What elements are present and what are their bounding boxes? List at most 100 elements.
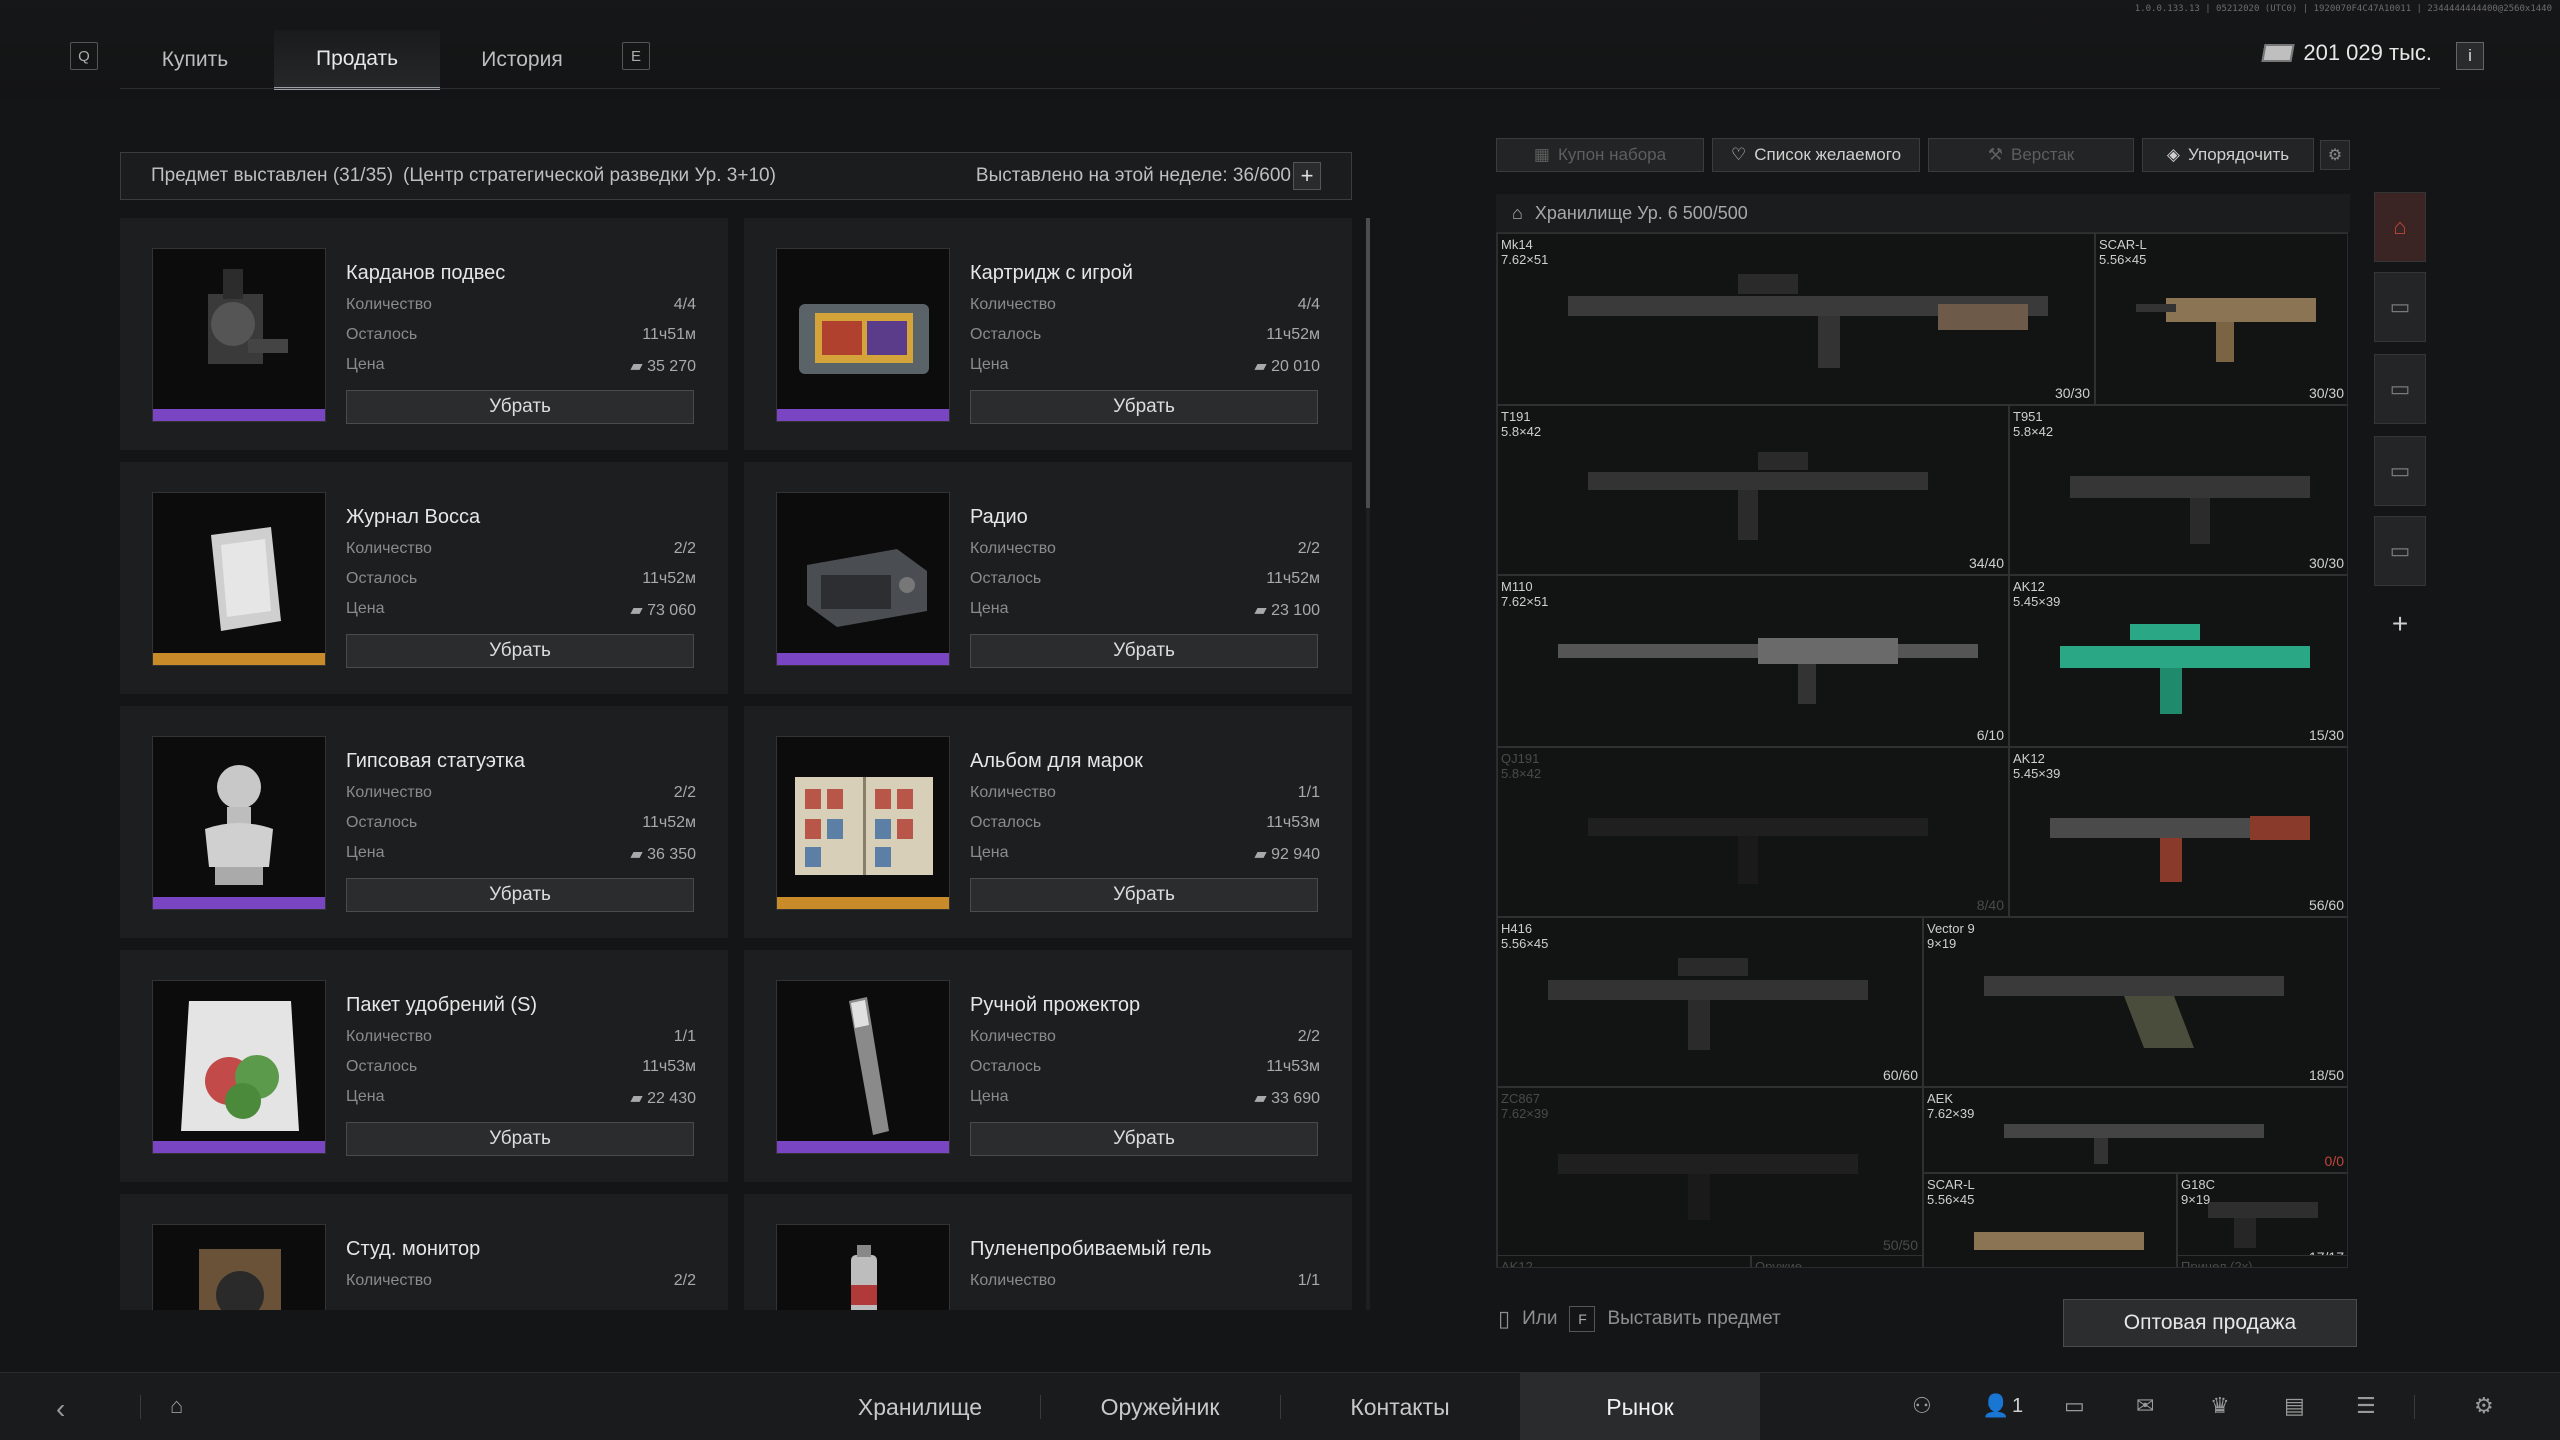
stash-slot-weapon[interactable]: SCAR-L 5.56×45: [1923, 1173, 2177, 1267]
flashlight-icon: [849, 997, 889, 1135]
stash-slot-weapon[interactable]: Vector 9 9×19 18/50: [1923, 917, 2347, 1087]
footer-nav: ‹ ⌂ Хранилище Оружейник Контакты Рынок ⚇…: [0, 1372, 2560, 1440]
time-label: Осталось: [346, 1058, 418, 1075]
item-name: Оружие: [1755, 1259, 1803, 1268]
price-value: ▰ 73 060: [630, 600, 696, 620]
weapon-name: H416: [1501, 921, 1533, 936]
remove-listing-button[interactable]: Убрать: [970, 634, 1318, 668]
listing-card: Студ. монитор Количество 2/2: [120, 1194, 728, 1310]
mail-icon[interactable]: ✉: [2136, 1393, 2154, 1419]
home-icon[interactable]: ⌂: [170, 1393, 183, 1419]
weapon-label: Mk14 7.62×51: [1501, 237, 1548, 267]
stash-slot-weapon[interactable]: G18C9×19 17/17: [2177, 1173, 2347, 1267]
weapon-caliber: 7.62×39: [1501, 1106, 1549, 1121]
listing-card: Гипсовая статуэтка Количество 2/2 Осталос…: [120, 706, 728, 938]
weapon-name: Vector 9: [1927, 921, 1975, 936]
notes-icon[interactable]: ▤: [2284, 1393, 2305, 1419]
box-icon: ▭: [2389, 294, 2411, 319]
remove-listing-button[interactable]: Убрать: [346, 390, 694, 424]
sort-button[interactable]: ◈ Упорядочить: [2142, 138, 2314, 172]
friends-count: 1: [2012, 1395, 2024, 1417]
expand-slots-button[interactable]: +: [1293, 162, 1321, 190]
nav-contacts[interactable]: Контакты: [1280, 1373, 1520, 1440]
workbench-button[interactable]: ⚒ Верстак: [1928, 138, 2134, 172]
nav-stash[interactable]: Хранилище: [800, 1373, 1040, 1440]
cash-icon: ▰: [630, 846, 648, 863]
item-name: Гипсовая статуэтка: [346, 750, 525, 772]
rifle-icon: [1568, 274, 2048, 368]
stash-grid: Mk14 7.62×51 30/30 SCAR-L 5.56×45 30/30 T1…: [1496, 232, 2348, 1268]
stash-page-1-tab[interactable]: ⌂: [2374, 192, 2426, 262]
remove-listing-button[interactable]: Убрать: [346, 878, 694, 912]
remove-listing-button[interactable]: Убрать: [970, 390, 1318, 424]
stash-page-4-tab[interactable]: ▭: [2374, 436, 2426, 506]
nav-market[interactable]: Рынок: [1520, 1373, 1760, 1440]
tab-sell[interactable]: Продать: [274, 30, 440, 90]
stash-slot-weapon[interactable]: AK12: [1497, 1255, 1751, 1267]
stash-slot-weapon[interactable]: T191 5.8×42 34/40: [1497, 405, 2009, 575]
ammo-count: 30/30: [2054, 385, 2090, 401]
weapon-name: G18C: [2181, 1177, 2215, 1192]
price-number: 22 430: [647, 1090, 696, 1107]
time-row: Осталось 11ч53м: [970, 1058, 1320, 1076]
listings-scrollbar-thumb[interactable]: [1366, 218, 1370, 508]
stash-page-5-tab[interactable]: ▭: [2374, 516, 2426, 586]
nav-gunsmith[interactable]: Оружейник: [1040, 1373, 1280, 1440]
gear-icon[interactable]: ⚙: [2474, 1393, 2494, 1419]
remove-listing-button[interactable]: Убрать: [970, 1122, 1318, 1156]
game-cartridge-icon: [799, 304, 929, 374]
stash-slot-weapon[interactable]: SCAR-L 5.56×45 30/30: [2095, 233, 2347, 405]
nav-divider: [140, 1395, 141, 1419]
stash-slot-weapon[interactable]: M110 7.62×51 6/10: [1497, 575, 2009, 747]
gear-icon: ⚙: [2327, 147, 2343, 164]
stash-slot-item[interactable]: Оружие: [1751, 1255, 1923, 1268]
tab-buy[interactable]: Купить: [140, 30, 250, 90]
box-icon: ▭: [2389, 538, 2411, 563]
tab-history[interactable]: История: [460, 30, 584, 90]
menu-list-icon[interactable]: ☰: [2356, 1393, 2376, 1419]
weapon-caliber: 5.8×42: [1501, 424, 1542, 439]
quantity-row: Количество 2/2: [970, 1028, 1320, 1046]
stash-slot-weapon[interactable]: ZC867 7.62×39 50/50: [1497, 1087, 1923, 1257]
wishlist-button[interactable]: ♡ Список желаемого: [1712, 138, 1920, 172]
kit-coupon-button[interactable]: ▦ Купон набора: [1496, 138, 1704, 172]
stash-slot-weapon[interactable]: QJ191 5.8×42 8/40: [1497, 747, 2009, 917]
friends-icon[interactable]: 👤: [1982, 1393, 2009, 1419]
bulk-sell-button[interactable]: Оптовая продажа: [2063, 1299, 2357, 1347]
stash-slot-weapon[interactable]: AEK 7.62×39 0/0: [1923, 1087, 2347, 1173]
squad-icon[interactable]: ⚇: [1912, 1393, 1932, 1419]
back-arrow-icon[interactable]: ‹: [56, 1393, 65, 1425]
listing-card: Журнал Восса Количество 2/2 Осталось 11ч52…: [120, 462, 728, 694]
stash-title: Хранилище Ур. 6 500/500: [1534, 202, 1748, 223]
price-row: Цена ▰ 92 940: [970, 844, 1320, 864]
weekly-listed-count: Выставлено на этой неделе: 36/600: [975, 165, 1291, 186]
stash-slot-weapon[interactable]: AK12 5.45×39 56/60: [2009, 747, 2347, 917]
rarity-bar: [777, 409, 949, 421]
stash-page-2-tab[interactable]: ▭: [2374, 272, 2426, 342]
stash-page-3-tab[interactable]: ▭: [2374, 354, 2426, 424]
quantity-row: Количество 2/2: [970, 540, 1320, 558]
stash-slot-item[interactable]: Прицел (2х): [2177, 1255, 2347, 1267]
stash-slot-weapon[interactable]: AK12 5.45×39 15/30: [2009, 575, 2347, 747]
trophy-icon[interactable]: ♛: [2210, 1393, 2230, 1419]
stash-slot-weapon[interactable]: Mk14 7.62×51 30/30: [1497, 233, 2095, 405]
stash-slot-weapon[interactable]: T951 5.8×42 30/30: [2009, 405, 2347, 575]
remove-listing-button[interactable]: Убрать: [970, 878, 1318, 912]
rifle-icon: [1558, 1154, 1858, 1220]
weapon-caliber: 9×19: [1927, 936, 1957, 951]
balance-value: 201 029 тыс.: [2303, 40, 2432, 65]
price-label: Цена: [970, 1088, 1009, 1105]
remove-listing-button[interactable]: Убрать: [346, 634, 694, 668]
item-name: Альбом для марок: [970, 750, 1143, 772]
rifle-icon: [1548, 958, 1868, 1050]
time-label: Осталось: [346, 570, 418, 587]
weapon-caliber: 5.56×45: [1927, 1192, 1975, 1207]
add-stash-page-button[interactable]: +: [2374, 598, 2426, 650]
price-number: 23 100: [1271, 602, 1320, 619]
remove-listing-button[interactable]: Убрать: [346, 1122, 694, 1156]
sort-settings-button[interactable]: ⚙: [2320, 140, 2350, 170]
balance-info-button[interactable]: i: [2456, 42, 2484, 70]
stash-slot-weapon[interactable]: H416 5.56×45 60/60: [1497, 917, 1923, 1087]
chat-icon[interactable]: ▭: [2064, 1393, 2085, 1419]
item-image-cartridge: [776, 248, 950, 422]
